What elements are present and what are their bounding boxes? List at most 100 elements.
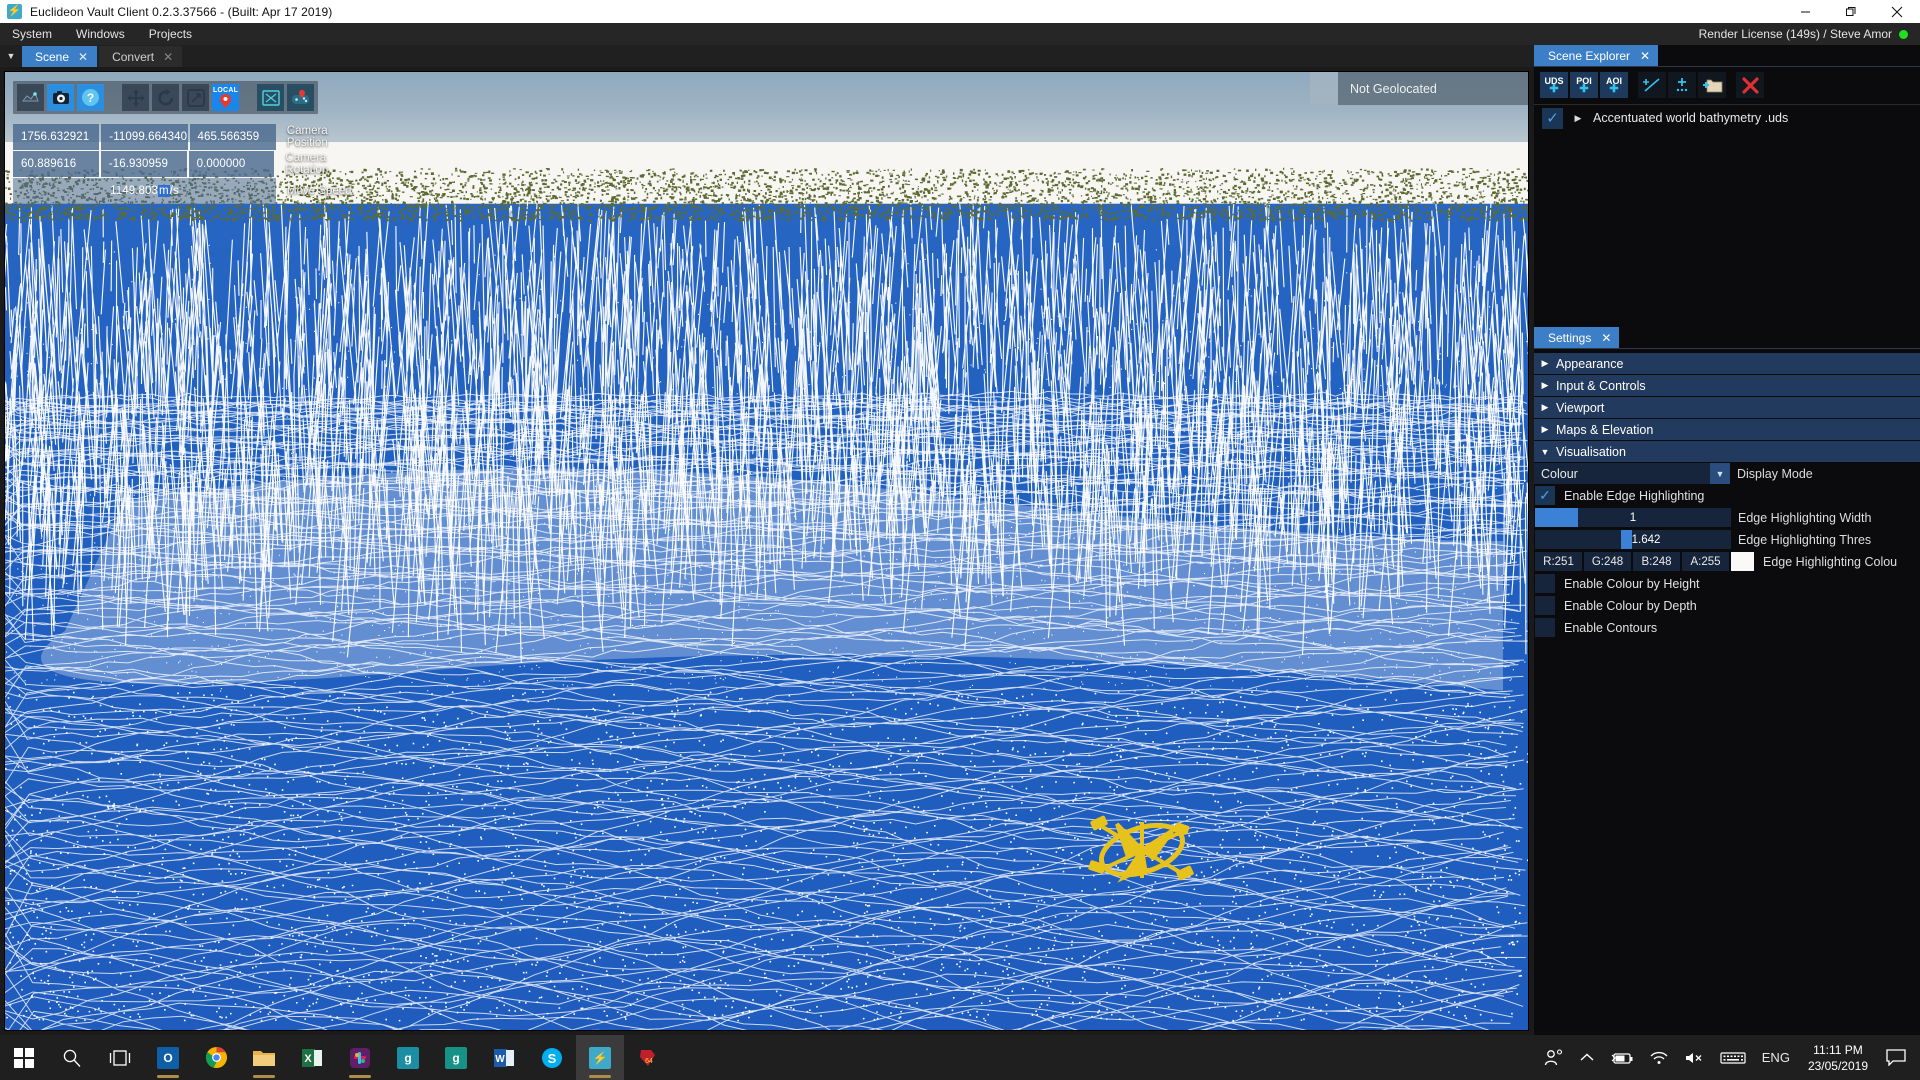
add-line-button[interactable] [1638,72,1666,98]
chrome-icon[interactable] [192,1035,240,1080]
edge-colour-g-field[interactable]: G:248 [1584,552,1631,571]
section-appearance[interactable]: ▶ Appearance [1534,353,1920,374]
maximize-button[interactable] [1828,0,1874,23]
enable-contours-row: Enable Contours [1534,617,1920,638]
gamepad-icon[interactable] [287,84,314,111]
scene-explorer-panel: Scene Explorer ✕ UDS ✚ POI ✚ AOI ✚ ✓ ▶ A… [1534,45,1920,327]
gitkraken-icon[interactable]: g [432,1035,480,1080]
camera-settings-icon[interactable] [47,84,74,111]
scene-item-row[interactable]: ✓ ▶ Accentuated world bathymetry .uds [1534,105,1920,131]
scene-item-expander-icon[interactable]: ▶ [1563,113,1593,124]
section-visualisation[interactable]: ▼ Visualisation [1534,441,1920,462]
tab-list-dropdown-icon[interactable]: ▼ [0,45,22,67]
minimize-button[interactable] [1782,0,1828,23]
section-maps-elevation[interactable]: ▶ Maps & Elevation [1534,419,1920,440]
move-speed-label: Move Speed [287,185,352,197]
move-speed-suffix: /s [169,185,179,197]
keyboard-icon[interactable] [1712,1035,1754,1080]
menu-system[interactable]: System [0,23,64,45]
edge-colour-swatch[interactable] [1731,552,1754,571]
3d-viewport[interactable]: ? LOCAL 1756.632921 -11099.664340 465.56… [4,71,1529,1031]
add-folder-button[interactable] [1698,72,1726,98]
section-input-controls-label: Input & Controls [1556,378,1646,393]
tab-scene-close-icon[interactable]: ✕ [78,50,88,64]
display-mode-select[interactable]: Colour ▼ [1534,463,1730,484]
outlook-icon[interactable]: O [144,1035,192,1080]
edge-colour-a-field[interactable]: A:255 [1682,552,1729,571]
add-aoi-button[interactable]: AOI ✚ [1600,72,1628,98]
menu-projects[interactable]: Projects [137,23,204,45]
network-icon[interactable] [1642,1035,1676,1080]
close-button[interactable] [1874,0,1920,23]
rotate-tool-icon[interactable] [152,84,179,111]
application-menubar: System Windows Projects Render License (… [0,23,1920,45]
tab-convert-close-icon[interactable]: ✕ [163,50,173,64]
edge-highlighting-threshold-knob[interactable] [1621,530,1633,549]
transform-gizmo[interactable] [1087,810,1197,890]
skype-icon[interactable]: S [528,1035,576,1080]
people-icon[interactable] [1536,1035,1572,1080]
windows-logo-icon [14,1047,34,1068]
local-space-icon[interactable]: LOCAL [212,84,239,111]
file-explorer-icon[interactable] [240,1035,288,1080]
section-viewport-expander-icon: ▶ [1541,402,1549,412]
taskbar-clock[interactable]: 11:11 PM 23/05/2019 [1798,1035,1878,1080]
tab-settings-close-icon[interactable]: ✕ [1601,331,1611,345]
start-button[interactable] [0,1035,48,1080]
volume-muted-icon[interactable] [1676,1035,1712,1080]
add-poi-button[interactable]: POI ✚ [1570,72,1598,98]
excel-icon[interactable]: X [288,1035,336,1080]
add-more-button[interactable] [1668,72,1696,98]
visualisation-icon[interactable] [17,84,44,111]
right-dock-column: Scene Explorer ✕ UDS ✚ POI ✚ AOI ✚ ✓ ▶ A… [1534,45,1920,1035]
camera-rotation-y[interactable]: -16.930959 [100,151,187,177]
scene-item-checkbox[interactable]: ✓ [1542,107,1563,129]
edge-highlighting-threshold-slider[interactable]: 1.642 [1535,530,1731,549]
add-uds-button[interactable]: UDS ✚ [1540,72,1568,98]
move-tool-icon[interactable] [122,84,149,111]
enable-colour-by-depth-checkbox[interactable] [1535,596,1555,615]
task-view-icon[interactable] [96,1035,144,1080]
camera-hud: 1756.632921 -11099.664340 465.566359 Cam… [13,124,371,205]
battery-icon[interactable] [1602,1035,1642,1080]
notification-icon[interactable] [1878,1035,1914,1080]
chevron-down-icon[interactable]: ▼ [1710,463,1730,484]
show-hidden-icons-icon[interactable] [1572,1035,1602,1080]
tab-convert[interactable]: Convert ✕ [99,46,183,67]
tab-scene[interactable]: Scene ✕ [22,46,98,67]
tab-scene-explorer-close-icon[interactable]: ✕ [1640,49,1650,63]
enable-edge-highlighting-checkbox[interactable]: ✓ [1535,486,1555,505]
scene-dock: ▼ Scene ✕ Convert ✕ ? LOCAL 1756.632921 … [0,45,1534,1035]
section-appearance-expander-icon: ▶ [1541,358,1549,368]
tab-settings[interactable]: Settings ✕ [1534,327,1620,348]
menu-windows[interactable]: Windows [64,23,137,45]
camera-position-x[interactable]: 1756.632921 [13,124,100,150]
scale-tool-icon[interactable] [182,84,209,111]
camera-position-z[interactable]: 465.566359 [189,124,276,150]
teamviewer-icon[interactable]: g [384,1035,432,1080]
section-viewport[interactable]: ▶ Viewport [1534,397,1920,418]
enable-colour-by-height-checkbox[interactable] [1535,574,1555,593]
section-visualisation-expander-icon: ▼ [1540,446,1550,457]
enable-contours-checkbox[interactable] [1535,618,1555,637]
search-icon[interactable] [48,1035,96,1080]
perforce-icon[interactable]: 64 [624,1035,672,1080]
move-speed-value[interactable]: 1149.803 m/s [13,178,276,204]
help-icon[interactable]: ? [77,84,104,111]
edge-colour-r-field[interactable]: R:251 [1535,552,1582,571]
camera-position-y[interactable]: -11099.664340 [101,124,188,150]
slack-icon[interactable] [336,1035,384,1080]
camera-rotation-z[interactable]: 0.000000 [188,151,275,177]
edge-colour-b-field[interactable]: B:248 [1633,552,1680,571]
window-controls [1782,0,1920,23]
edge-highlighting-width-slider[interactable]: 1 [1535,508,1731,527]
section-input-controls[interactable]: ▶ Input & Controls [1534,375,1920,396]
language-indicator[interactable]: ENG [1754,1035,1798,1080]
vault-client-icon[interactable]: ⚡ [576,1035,624,1080]
camera-rotation-x[interactable]: 60.889616 [13,151,99,177]
fit-to-screen-icon[interactable] [257,84,284,111]
clock-date: 23/05/2019 [1807,1058,1868,1073]
tab-scene-explorer[interactable]: Scene Explorer ✕ [1534,45,1659,66]
delete-button[interactable] [1736,72,1764,98]
word-icon[interactable]: W [480,1035,528,1080]
